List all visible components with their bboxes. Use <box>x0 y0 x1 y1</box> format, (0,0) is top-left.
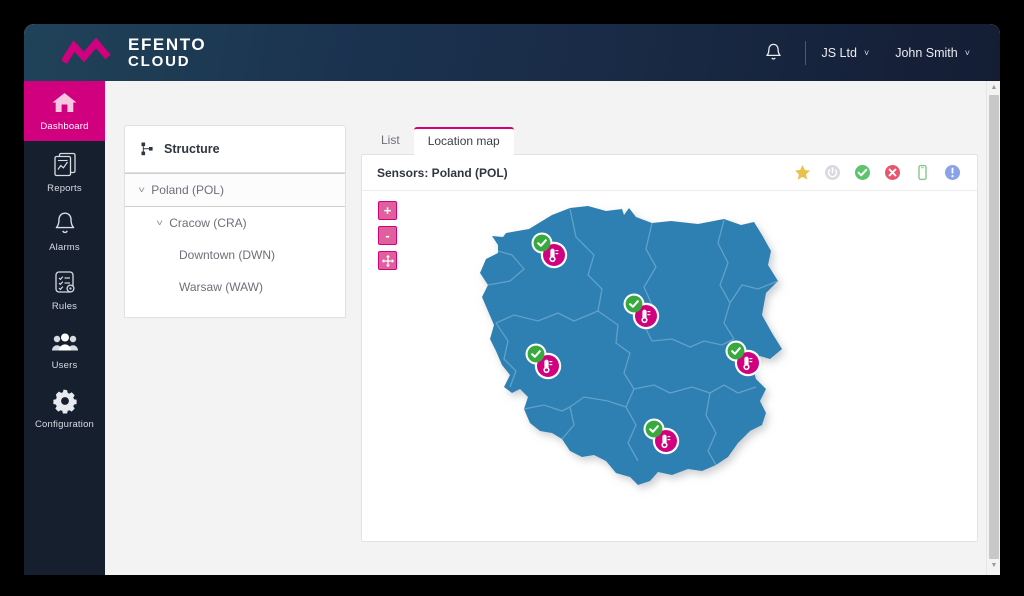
ok-check-icon[interactable] <box>854 164 871 181</box>
users-icon <box>51 328 79 355</box>
sidebar-label-alarms: Alarms <box>49 242 80 253</box>
structure-panel: Structure ˅ Poland (POL) ˅ Cracow (CRA) … <box>124 125 346 318</box>
error-x-icon[interactable] <box>884 164 901 181</box>
brand-wordmark: EFENTO CLOUD <box>128 36 206 70</box>
sidebar-item-configuration[interactable]: Configuration <box>24 379 105 437</box>
panel-card: Sensors: Poland (POL) + - <box>361 154 978 542</box>
sidebar-nav: Dashboard Reports Alarms Rules Users Con… <box>24 81 105 575</box>
power-icon[interactable] <box>824 164 841 181</box>
tree-node-downtown[interactable]: Downtown (DWN) <box>125 239 345 271</box>
tree-label-warsaw: Warsaw (WAW) <box>179 280 263 294</box>
brand-line-2: CLOUD <box>128 52 191 70</box>
efento-logo-icon <box>62 37 111 64</box>
bell-icon <box>54 210 76 237</box>
main-content: Structure ˅ Poland (POL) ˅ Cracow (CRA) … <box>105 81 1000 575</box>
notifications-button[interactable] <box>759 38 789 68</box>
panel-title: Sensors: Poland (POL) <box>377 165 508 180</box>
user-menu[interactable]: John Smith ˅ <box>895 46 970 60</box>
header-divider <box>804 40 806 65</box>
brand-line-1: EFENTO <box>128 34 207 54</box>
structure-panel-header: Structure <box>124 125 346 173</box>
poland-map-svg <box>480 206 782 485</box>
mobile-device-icon[interactable] <box>914 164 931 181</box>
panel-header: Sensors: Poland (POL) <box>362 155 977 191</box>
tree-node-cracow[interactable]: ˅ Cracow (CRA) <box>125 207 345 239</box>
scroll-up-arrow[interactable]: ▲ <box>990 84 998 92</box>
hierarchy-icon <box>141 142 153 156</box>
sidebar-item-dashboard[interactable]: Dashboard <box>24 81 105 141</box>
favorite-star-icon[interactable] <box>794 164 811 181</box>
location-map[interactable]: + - <box>362 191 977 541</box>
tab-list[interactable]: List <box>367 126 414 154</box>
tree-label-poland: Poland (POL) <box>151 183 224 197</box>
sidebar-label-configuration: Configuration <box>34 419 95 430</box>
sidebar-item-rules[interactable]: Rules <box>24 261 105 319</box>
structure-title: Structure <box>164 142 220 156</box>
structure-tree: ˅ Poland (POL) ˅ Cracow (CRA) Downtown (… <box>124 173 346 318</box>
sidebar-label-rules: Rules <box>51 301 78 312</box>
sensors-panel: List Location map Sensors: Poland (POL) <box>361 125 978 542</box>
move-arrows-icon <box>381 254 394 267</box>
chevron-down-icon: ˅ <box>138 185 146 195</box>
panel-tabs: List Location map <box>361 125 978 155</box>
header-actions: JS Ltd ˅ John Smith ˅ <box>759 38 970 68</box>
zoom-in-button[interactable]: + <box>378 201 397 220</box>
scrollbar-thumb[interactable] <box>989 95 999 559</box>
organization-label: JS Ltd <box>821 45 857 60</box>
chevron-down-icon: ˅ <box>863 47 870 58</box>
user-label: John Smith <box>895 45 958 60</box>
app-window: EFENTO CLOUD JS Ltd ˅ John Smith ˅ Dashb… <box>24 24 1000 575</box>
chevron-down-icon: ˅ <box>156 218 164 228</box>
sidebar-label-reports: Reports <box>47 183 82 194</box>
tree-label-downtown: Downtown (DWN) <box>179 248 276 262</box>
pan-button[interactable] <box>378 251 397 270</box>
brand-logo[interactable]: EFENTO CLOUD <box>62 36 206 70</box>
tree-node-poland[interactable]: ˅ Poland (POL) <box>125 173 345 207</box>
checklist-gear-icon <box>53 269 77 296</box>
sidebar-item-users[interactable]: Users <box>24 320 105 378</box>
tree-node-warsaw[interactable]: Warsaw (WAW) <box>125 271 345 303</box>
bell-icon <box>766 43 781 60</box>
sidebar-item-alarms[interactable]: Alarms <box>24 202 105 260</box>
tree-label-cracow: Cracow (CRA) <box>169 216 247 230</box>
info-alert-icon[interactable] <box>944 164 961 181</box>
zoom-out-button[interactable]: - <box>378 226 397 245</box>
top-header: EFENTO CLOUD JS Ltd ˅ John Smith ˅ <box>24 24 1000 81</box>
vertical-scrollbar[interactable]: ▲ ▼ <box>986 81 1000 575</box>
gear-icon <box>52 387 78 414</box>
status-filter-icons <box>794 164 961 181</box>
scroll-down-arrow[interactable]: ▼ <box>990 562 998 570</box>
sidebar-label-dashboard: Dashboard <box>40 121 89 132</box>
home-icon <box>51 89 78 116</box>
organization-menu[interactable]: JS Ltd ˅ <box>822 46 870 60</box>
reports-icon <box>53 151 77 178</box>
sidebar-label-users: Users <box>51 360 78 371</box>
sidebar-item-reports[interactable]: Reports <box>24 143 105 201</box>
tab-location-map[interactable]: Location map <box>413 127 514 155</box>
chevron-down-icon: ˅ <box>964 47 970 58</box>
